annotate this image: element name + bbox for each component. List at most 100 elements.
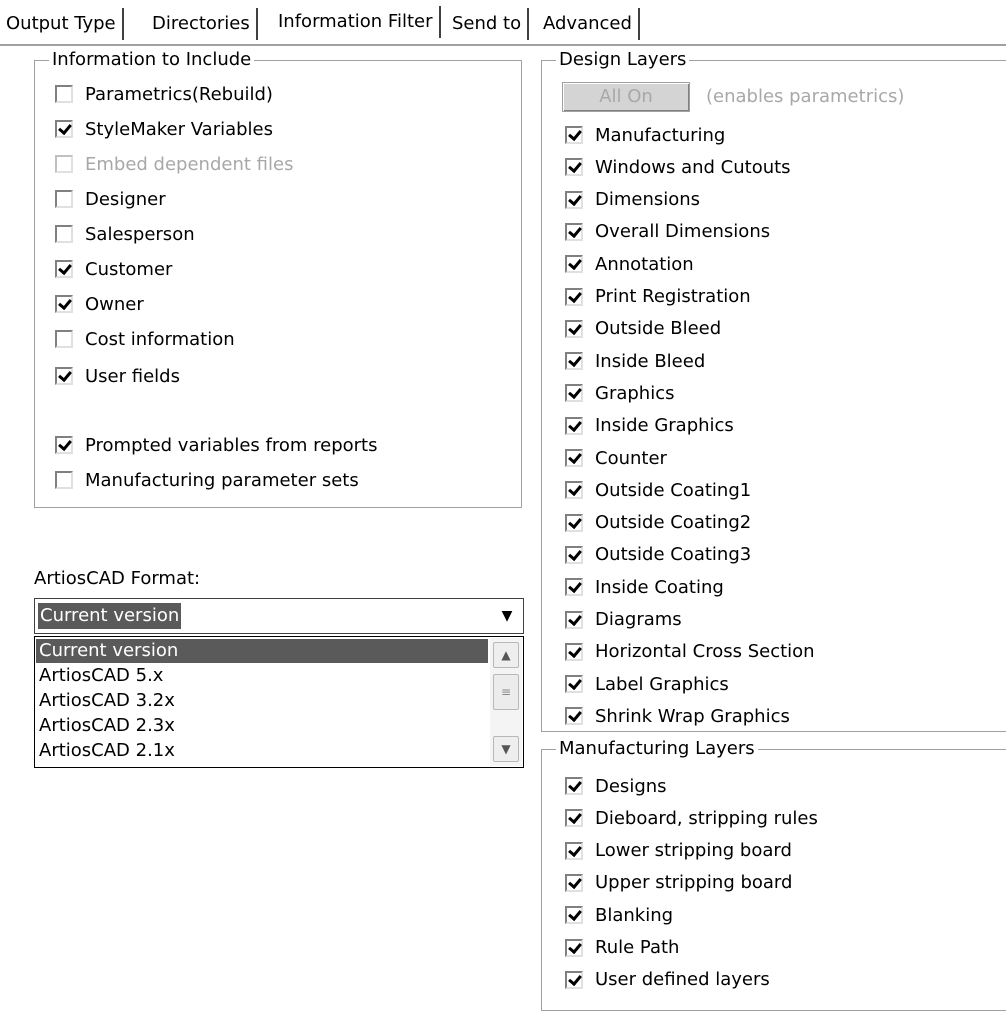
- checkbox-prompted-variables-from-reports[interactable]: [55, 436, 73, 454]
- checkbox-row-shrink-wrap-graphics[interactable]: Shrink Wrap Graphics: [565, 703, 790, 729]
- checkbox-outside-coating1[interactable]: [565, 481, 583, 500]
- checkbox-owner[interactable]: [55, 295, 73, 313]
- checkbox-label: Manufacturing parameter sets: [85, 469, 359, 491]
- checkbox-label: Inside Graphics: [595, 415, 734, 437]
- checkbox-shrink-wrap-graphics[interactable]: [565, 707, 583, 726]
- checkbox-windows-and-cutouts[interactable]: [565, 158, 583, 177]
- checkbox-upper-stripping-board[interactable]: [565, 873, 583, 892]
- tab-directories[interactable]: Directories: [146, 8, 258, 40]
- checkbox-stylemaker-variables[interactable]: [55, 120, 73, 138]
- checkbox-blanking[interactable]: [565, 906, 583, 925]
- checkbox-inside-coating[interactable]: [565, 578, 583, 597]
- checkbox-designs[interactable]: [565, 777, 583, 795]
- checkbox-dimensions[interactable]: [565, 190, 583, 209]
- chevron-down-icon[interactable]: ▼: [494, 603, 520, 629]
- scrollbar-thumb[interactable]: ≡: [493, 674, 519, 710]
- checkbox-row-prompted-variables-from-reports[interactable]: Prompted variables from reports: [55, 432, 377, 458]
- checkbox-label-graphics[interactable]: [565, 675, 583, 694]
- checkbox-row-annotation[interactable]: Annotation: [565, 251, 694, 277]
- checkbox-row-dimensions[interactable]: Dimensions: [565, 187, 700, 213]
- checkbox-designer[interactable]: [55, 190, 73, 208]
- checkbox-manufacturing[interactable]: [565, 126, 583, 144]
- checkbox-annotation[interactable]: [565, 255, 583, 274]
- checkbox-label: Windows and Cutouts: [595, 156, 791, 178]
- format-option-artioscad-21x[interactable]: ArtiosCAD 2.1x: [36, 739, 488, 763]
- manufacturing-layers-title: Manufacturing Layers: [556, 737, 758, 761]
- checkbox-rule-path[interactable]: [565, 938, 583, 957]
- checkbox-overall-dimensions[interactable]: [565, 222, 583, 241]
- checkbox-graphics[interactable]: [565, 384, 583, 403]
- checkbox-row-graphics[interactable]: Graphics: [565, 380, 675, 406]
- artioscad-format-select[interactable]: Current version ▼: [34, 598, 524, 634]
- checkbox-row-designer[interactable]: Designer: [55, 186, 166, 212]
- checkbox-outside-coating2[interactable]: [565, 513, 583, 532]
- checkbox-row-diagrams[interactable]: Diagrams: [565, 607, 682, 633]
- checkbox-row-inside-coating[interactable]: Inside Coating: [565, 574, 724, 600]
- checkbox-row-dieboard-stripping-rules[interactable]: Dieboard, stripping rules: [565, 805, 818, 831]
- checkbox-row-outside-coating2[interactable]: Outside Coating2: [565, 510, 751, 536]
- format-option-artioscad-5x[interactable]: ArtiosCAD 5.x: [36, 664, 488, 688]
- checkbox-lower-stripping-board[interactable]: [565, 841, 583, 860]
- checkbox-counter[interactable]: [565, 449, 583, 467]
- checkbox-row-outside-coating1[interactable]: Outside Coating1: [565, 477, 751, 503]
- format-option-current-version[interactable]: Current version: [36, 639, 488, 663]
- scroll-up-icon[interactable]: ▲: [493, 642, 519, 668]
- checkbox-label: Graphics: [595, 382, 675, 404]
- tab-bar: Output Type Directories Information Filt…: [0, 6, 1006, 46]
- checkbox-row-lower-stripping-board[interactable]: Lower stripping board: [565, 838, 792, 864]
- checkbox-print-registration[interactable]: [565, 287, 583, 306]
- checkbox-row-print-registration[interactable]: Print Registration: [565, 284, 751, 310]
- checkbox-row-stylemaker-variables[interactable]: StyleMaker Variables: [55, 116, 273, 142]
- checkbox-label: Diagrams: [595, 609, 682, 630]
- checkbox-user-defined-layers[interactable]: [565, 970, 583, 989]
- checkbox-row-rule-path[interactable]: Rule Path: [565, 935, 679, 961]
- checkbox-row-user-defined-layers[interactable]: User defined layers: [565, 967, 770, 993]
- checkbox-label: Dimensions: [595, 189, 701, 211]
- checkbox-user-fields[interactable]: [55, 367, 73, 385]
- checkbox-row-counter[interactable]: Counter: [565, 445, 667, 471]
- checkbox-row-overall-dimensions[interactable]: Overall Dimensions: [565, 219, 770, 245]
- checkbox-inside-bleed[interactable]: [565, 352, 583, 371]
- checkbox-row-outside-coating3[interactable]: Outside Coating3: [565, 542, 751, 568]
- checkbox-outside-coating3[interactable]: [565, 545, 583, 564]
- checkbox-row-owner[interactable]: Owner: [55, 291, 144, 317]
- format-option-artioscad-23x[interactable]: ArtiosCAD 2.3x: [36, 714, 488, 738]
- checkbox-row-designs[interactable]: Designs: [565, 773, 667, 799]
- checkbox-row-salesperson[interactable]: Salesperson: [55, 221, 195, 247]
- checkbox-row-manufacturing[interactable]: Manufacturing: [565, 122, 725, 148]
- checkbox-manufacturing-parameter-sets[interactable]: [55, 471, 73, 489]
- checkbox-row-horizontal-cross-section[interactable]: Horizontal Cross Section: [565, 639, 815, 665]
- checkbox-row-windows-and-cutouts[interactable]: Windows and Cutouts: [565, 154, 791, 180]
- checkbox-cost-information[interactable]: [55, 330, 73, 348]
- tab-send-to[interactable]: Send to: [446, 8, 530, 40]
- checkbox-row-cost-information[interactable]: Cost information: [55, 326, 235, 352]
- format-option-artioscad-32x[interactable]: ArtiosCAD 3.2x: [36, 689, 488, 713]
- checkbox-label: Designs: [595, 775, 667, 797]
- checkbox-row-user-fields[interactable]: User fields: [55, 363, 180, 389]
- checkbox-label: Cost information: [85, 328, 235, 350]
- checkbox-row-outside-bleed[interactable]: Outside Bleed: [565, 316, 721, 342]
- tab-output-type[interactable]: Output Type: [0, 8, 124, 40]
- checkbox-horizontal-cross-section[interactable]: [565, 642, 583, 661]
- checkbox-row-label-graphics[interactable]: Label Graphics: [565, 671, 729, 697]
- checkbox-row-upper-stripping-board[interactable]: Upper stripping board: [565, 870, 792, 896]
- checkbox-outside-bleed[interactable]: [565, 319, 583, 338]
- scroll-down-icon[interactable]: ▼: [493, 736, 519, 762]
- checkbox-row-manufacturing-parameter-sets[interactable]: Manufacturing parameter sets: [55, 467, 359, 493]
- checkbox-label: Shrink Wrap Graphics: [595, 705, 790, 727]
- checkbox-row-blanking[interactable]: Blanking: [565, 902, 673, 928]
- checkbox-parametrics-rebuild[interactable]: [55, 85, 73, 103]
- checkbox-row-customer[interactable]: Customer: [55, 256, 172, 282]
- checkbox-row-inside-graphics[interactable]: Inside Graphics: [565, 413, 734, 439]
- checkbox-salesperson[interactable]: [55, 225, 73, 243]
- checkbox-customer[interactable]: [55, 260, 73, 278]
- checkbox-dieboard-stripping-rules[interactable]: [565, 809, 583, 828]
- checkbox-inside-graphics[interactable]: [565, 416, 583, 435]
- checkbox-row-parametrics-rebuild[interactable]: Parametrics(Rebuild): [55, 81, 273, 107]
- all-on-button[interactable]: All On: [562, 82, 690, 112]
- dropdown-scrollbar[interactable]: ▲ ≡ ▼: [490, 638, 522, 766]
- tab-advanced[interactable]: Advanced: [537, 8, 640, 40]
- checkbox-diagrams[interactable]: [565, 610, 583, 629]
- tab-information-filter[interactable]: Information Filter: [272, 6, 441, 38]
- checkbox-row-inside-bleed[interactable]: Inside Bleed: [565, 348, 705, 374]
